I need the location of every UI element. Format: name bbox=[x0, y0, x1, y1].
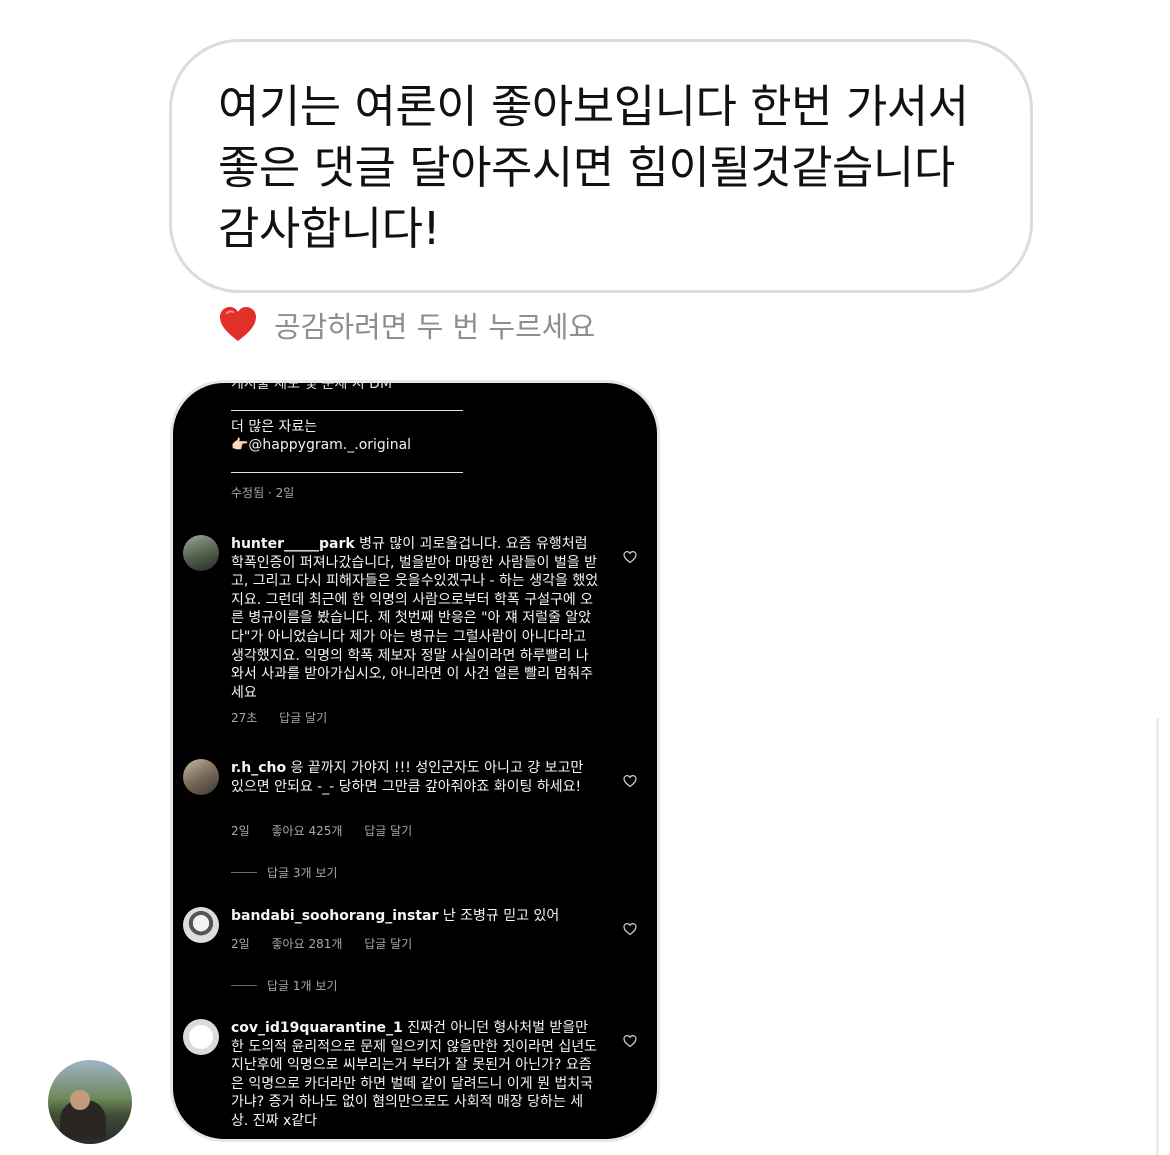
comment-username[interactable]: r.h_cho bbox=[231, 760, 286, 776]
avatar[interactable] bbox=[183, 535, 219, 571]
view-replies-label: 답글 1개 보기 bbox=[267, 979, 338, 993]
comment-body: 진짜건 아니던 형사처벌 받을만한 도의적 윤리적으로 문제 일으키지 않을만한… bbox=[231, 1020, 598, 1129]
reaction-hint-text: 공감하려면 두 번 누르세요 bbox=[274, 310, 596, 344]
comment-time: 2일 bbox=[231, 824, 250, 838]
like-heart-icon[interactable] bbox=[623, 922, 637, 936]
message-line: 감사합니다! bbox=[218, 202, 441, 255]
post-meta: 수정됨 · 2일 bbox=[231, 486, 295, 500]
more-label: 더 많은 자료는 bbox=[231, 419, 318, 435]
reply-button[interactable]: 답글 달기 bbox=[364, 824, 412, 838]
comment-body: 난 조병규 믿고 있어 bbox=[442, 908, 560, 924]
scrollbar[interactable] bbox=[1156, 718, 1159, 1155]
avatar[interactable] bbox=[183, 907, 219, 943]
divider bbox=[231, 410, 463, 411]
view-replies-button[interactable]: 답글 1개 보기 bbox=[231, 977, 337, 994]
message-bubble[interactable]: 여기는 여론이 좋아보입니다 한번 가서서 좋은 댓글 달아주시면 힘이될것같습… bbox=[169, 39, 1033, 293]
comment-username[interactable]: cov_id19quarantine_1 bbox=[231, 1020, 403, 1036]
avatar[interactable] bbox=[183, 759, 219, 795]
comment-body: 병규 많이 괴로울겁니다. 요즘 유행처럼 학폭인증이 퍼져나갔습니다, 벌을받… bbox=[231, 536, 599, 701]
comment-meta: 2일 좋아요 425개 답글 달기 bbox=[231, 822, 430, 839]
comment-meta: 2일 좋아요 281개 답글 달기 bbox=[231, 935, 430, 952]
comment-text: bandabi_soohorang_instar 난 조병규 믿고 있어 bbox=[231, 907, 599, 926]
avatar[interactable] bbox=[183, 1019, 219, 1055]
like-heart-icon[interactable] bbox=[623, 1034, 637, 1048]
reply-button[interactable]: 답글 달기 bbox=[279, 711, 327, 725]
comment-time: 2일 bbox=[231, 937, 250, 951]
heart-icon bbox=[220, 307, 256, 341]
like-count[interactable]: 좋아요 281개 bbox=[272, 937, 343, 951]
view-replies-button[interactable]: 답글 3개 보기 bbox=[231, 864, 337, 881]
comment-text: hunter_____park 병규 많이 괴로울겁니다. 요즘 유행처럼 학폭… bbox=[231, 535, 599, 702]
comment-meta: 27초 답글 달기 bbox=[231, 709, 345, 726]
comment-username[interactable]: bandabi_soohorang_instar bbox=[231, 908, 438, 924]
like-heart-icon[interactable] bbox=[623, 774, 637, 788]
comment-text: r.h_cho 응 끝까지 가야지 !!! 성인군자도 아니고 걍 보고만 있으… bbox=[231, 759, 599, 796]
message-line: 좋은 댓글 달아주시면 힘이될것같습니다 bbox=[218, 141, 955, 194]
comment-time: 27초 bbox=[231, 711, 258, 725]
shared-screenshot[interactable]: 게시물 제보 및 문제 시 DM 더 많은 자료는 👉🏻@happygram._… bbox=[170, 380, 660, 1142]
like-heart-icon[interactable] bbox=[623, 550, 637, 564]
view-replies-label: 답글 3개 보기 bbox=[267, 866, 338, 880]
comment-username[interactable]: hunter_____park bbox=[231, 536, 355, 552]
cut-caption-text: 게시물 제보 및 문제 시 DM bbox=[231, 380, 393, 392]
sender-avatar[interactable] bbox=[48, 1060, 132, 1144]
handle-text: 👉🏻@happygram._.original bbox=[231, 437, 412, 453]
reaction-hint[interactable]: 공감하려면 두 번 누르세요 bbox=[218, 303, 595, 347]
comment-text: cov_id19quarantine_1 진짜건 아니던 형사처벌 받을만한 도… bbox=[231, 1019, 599, 1131]
divider bbox=[231, 472, 463, 473]
like-count[interactable]: 좋아요 425개 bbox=[272, 824, 343, 838]
reply-button[interactable]: 답글 달기 bbox=[364, 937, 412, 951]
message-line: 여기는 여론이 좋아보입니다 한번 가서서 bbox=[218, 80, 969, 133]
